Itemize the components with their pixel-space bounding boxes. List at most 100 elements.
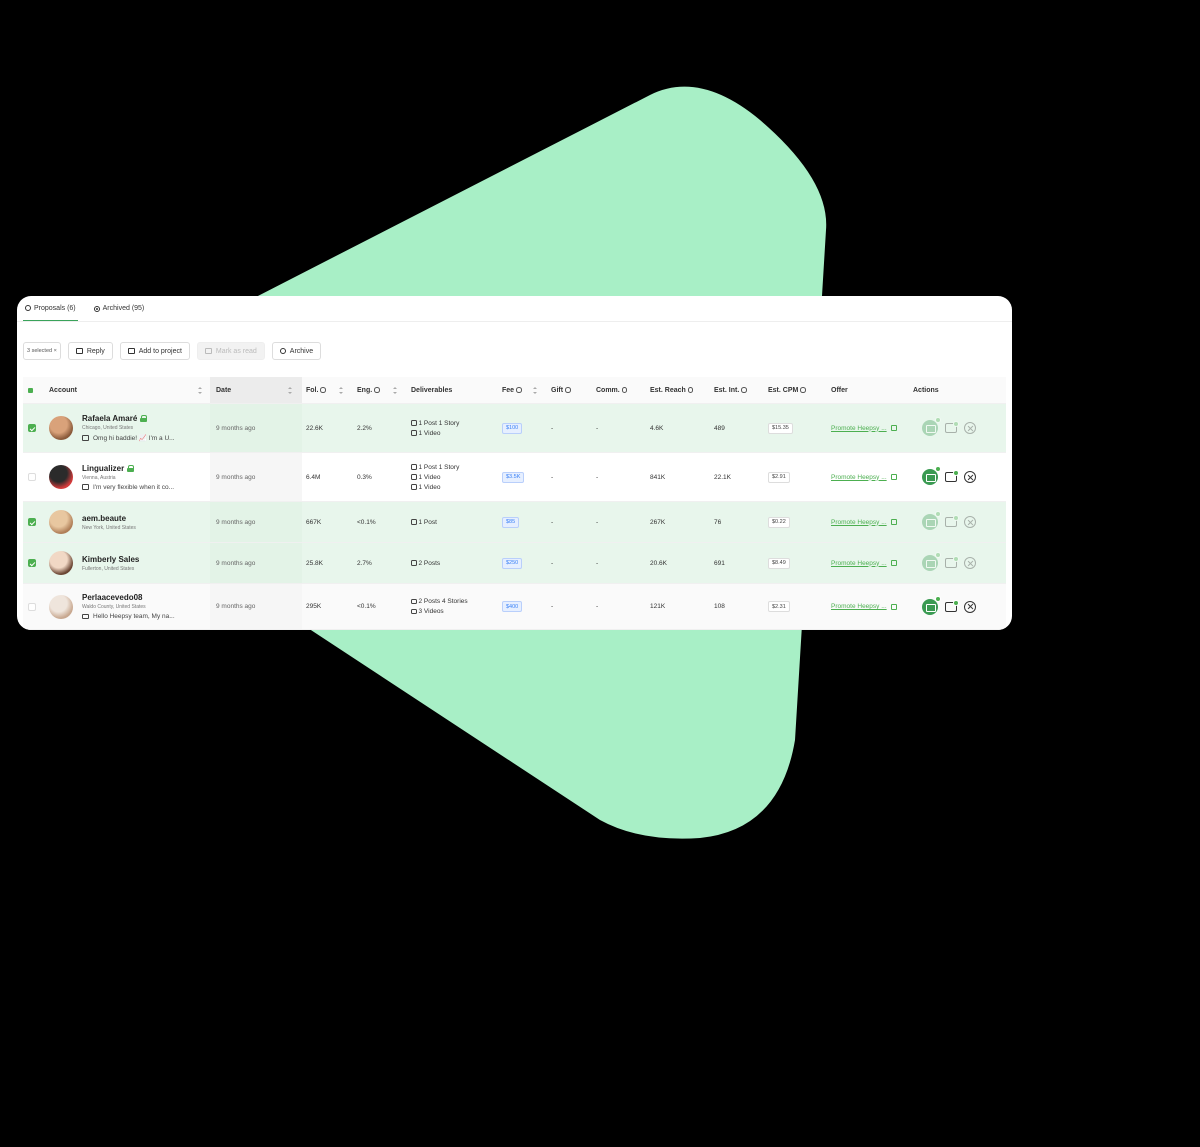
badge-icon — [953, 470, 959, 476]
account-name-line: Perlaacevedo08 — [82, 593, 175, 602]
deliverables-list: 2 Posts 4 Stories 3 Videos — [411, 598, 468, 615]
deliverables-list: 1 Post 1 Story 1 Video 1 Video — [411, 464, 459, 491]
actions-cell — [922, 502, 976, 542]
avatar[interactable] — [49, 594, 73, 619]
row-checkbox[interactable] — [28, 518, 36, 526]
select-all-checkbox[interactable] — [28, 387, 33, 393]
archive-close-icon[interactable] — [964, 471, 976, 483]
deliverable-item: 2 Posts — [411, 560, 440, 567]
account-name[interactable]: Lingualizer — [82, 464, 124, 473]
envelope-open-icon — [204, 348, 212, 354]
archive-button[interactable]: Archive — [271, 342, 322, 360]
account-name[interactable]: aem.beaute — [82, 514, 126, 523]
gift-cell: - — [551, 559, 554, 567]
tab-archived[interactable]: Archived (95) — [92, 296, 147, 321]
message-preview[interactable]: I'm very flexible when it co... — [82, 484, 174, 491]
deliverable-item: 2 Posts 4 Stories — [411, 598, 468, 605]
table-row[interactable]: Kimberly Sales Fullerton, United States … — [23, 543, 1006, 584]
tiktok-icon — [411, 430, 417, 436]
add-to-folder-icon[interactable] — [945, 515, 959, 527]
reach-cell: 267K — [650, 518, 666, 526]
cpm-cell: $2.91 — [768, 453, 790, 501]
header-cpm: Est. CPM — [768, 377, 806, 403]
comm-cell: - — [596, 473, 599, 481]
account-name[interactable]: Kimberly Sales — [82, 555, 139, 564]
table-row[interactable]: aem.beaute New York, United States 9 mon… — [23, 502, 1006, 543]
offer-cell: Promote Heepsy ... — [831, 584, 897, 629]
table-row[interactable]: Lingualizer Vienna, Austria I'm very fle… — [23, 453, 1006, 502]
interactions-cell: 489 — [714, 424, 725, 432]
info-icon — [741, 387, 747, 393]
table-row[interactable]: Rafaela Amaré Chicago, United States Omg… — [23, 404, 1006, 453]
header-date[interactable]: Date — [216, 377, 231, 403]
mark-as-read-button[interactable]: Mark as read — [196, 342, 265, 360]
header-fol[interactable]: Fol. — [306, 377, 326, 403]
reach-cell: 121K — [650, 603, 666, 610]
offer-link[interactable]: Promote Heepsy ... — [831, 519, 897, 526]
header-fee[interactable]: Fee — [502, 377, 522, 403]
row-actions — [922, 595, 976, 615]
cpm-cell: $8.49 — [768, 543, 790, 583]
offer-link[interactable]: Promote Heepsy ... — [831, 560, 897, 567]
reply-icon — [75, 348, 83, 354]
row-select-cell — [28, 502, 36, 542]
account-name[interactable]: Rafaela Amaré — [82, 414, 137, 423]
avatar[interactable] — [49, 416, 73, 440]
reply-mail-icon[interactable] — [922, 417, 941, 436]
row-checkbox[interactable] — [28, 559, 36, 567]
gift-cell: - — [551, 473, 554, 481]
avatar[interactable] — [49, 510, 73, 534]
row-checkbox[interactable] — [28, 602, 36, 611]
actions-cell — [922, 453, 976, 501]
archive-close-icon[interactable] — [964, 516, 976, 528]
offer-label: Promote Heepsy ... — [831, 559, 887, 567]
avatar[interactable] — [49, 551, 73, 575]
message-preview[interactable]: Omg hi baddie! 📈 I'm a U... — [82, 434, 175, 442]
header-account[interactable]: Account — [49, 377, 77, 403]
comm-cell: - — [596, 603, 599, 610]
archive-close-icon[interactable] — [964, 422, 976, 434]
add-to-folder-icon[interactable] — [945, 421, 959, 433]
archive-close-icon[interactable] — [964, 557, 976, 569]
tab-proposals[interactable]: Proposals (6) — [23, 296, 78, 321]
account-cell: Kimberly Sales Fullerton, United States — [82, 543, 139, 583]
reply-mail-icon[interactable] — [922, 552, 941, 571]
header-eng[interactable]: Eng. — [357, 377, 380, 403]
deliverables-cell: 1 Post 1 Story 1 Video — [411, 404, 459, 452]
sort-icon — [288, 386, 292, 394]
reply-button[interactable]: Reply — [67, 342, 113, 360]
row-checkbox[interactable] — [28, 473, 36, 481]
fee-cell: $85 — [502, 502, 520, 542]
offer-link[interactable]: Promote Heepsy ... — [831, 603, 897, 610]
table-row[interactable]: Perlaacevedo08 Waldo County, United Stat… — [23, 584, 1006, 630]
add-to-project-button[interactable]: Add to project — [119, 342, 190, 360]
account-name-line: Lingualizer — [82, 464, 174, 473]
archive-close-icon[interactable] — [964, 600, 976, 613]
followers-cell: 22.6K — [306, 424, 323, 432]
offer-link[interactable]: Promote Heepsy ... — [831, 425, 897, 432]
header-offer: Offer — [831, 377, 848, 403]
cpm-badge: $8.49 — [768, 557, 790, 569]
clock-icon — [25, 305, 31, 311]
offer-cell: Promote Heepsy ... — [831, 502, 897, 542]
add-to-folder-icon[interactable] — [945, 556, 959, 568]
deliverable-item: 1 Post — [411, 519, 437, 526]
add-to-folder-icon[interactable] — [945, 470, 959, 482]
offer-link[interactable]: Promote Heepsy ... — [831, 474, 897, 481]
fee-cell: $250 — [502, 543, 523, 583]
message-preview[interactable]: Hello Heepsy team, My na... — [82, 613, 175, 620]
badge-icon — [953, 556, 959, 562]
reply-mail-icon[interactable] — [922, 466, 941, 485]
deliverable-label: 2 Posts — [418, 559, 441, 567]
message-icon — [82, 484, 89, 490]
reply-mail-icon[interactable] — [922, 511, 941, 530]
instagram-icon — [411, 420, 417, 426]
reply-mail-icon[interactable] — [922, 595, 941, 615]
avatar[interactable] — [49, 465, 73, 489]
row-checkbox[interactable] — [28, 424, 36, 432]
add-to-folder-icon[interactable] — [945, 599, 959, 612]
info-icon — [687, 387, 694, 393]
bulk-toolbar: 3 selected × Reply Add to project Mark a… — [23, 342, 322, 360]
account-name[interactable]: Perlaacevedo08 — [82, 593, 143, 602]
selected-count-chip[interactable]: 3 selected × — [23, 342, 61, 360]
